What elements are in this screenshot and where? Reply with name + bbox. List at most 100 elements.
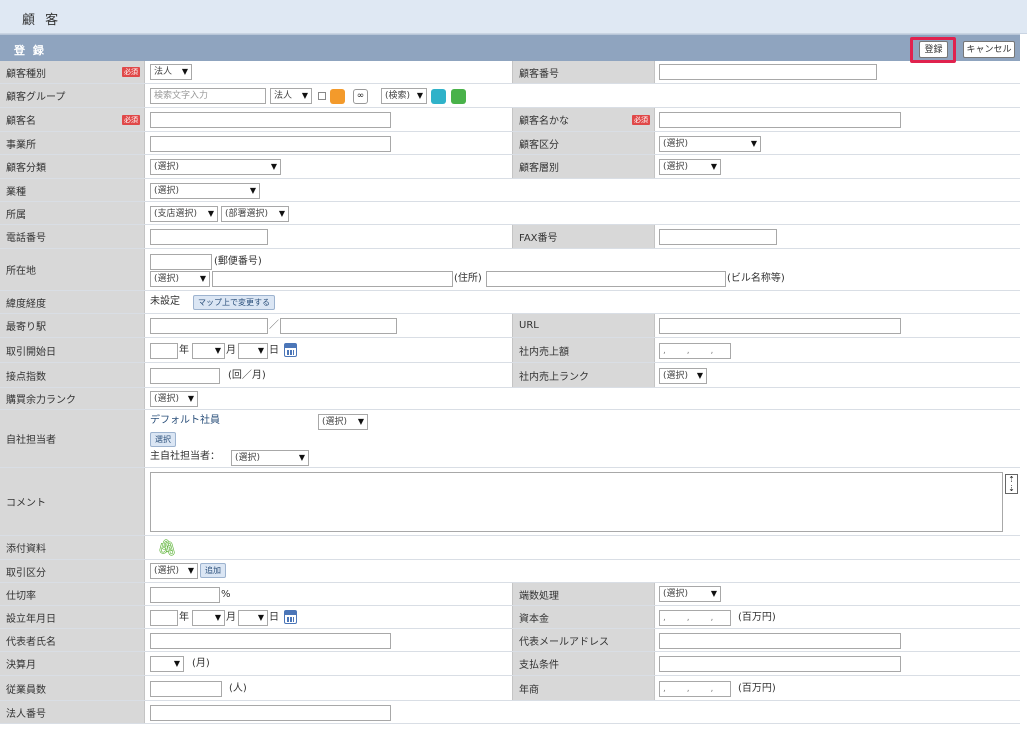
rounding-select[interactable]: (選択) ▼: [659, 586, 721, 602]
cut-rate-label: 仕切率: [6, 590, 36, 602]
phone-label: 電話番号: [6, 233, 46, 244]
group-mode-select[interactable]: (検索) ▼: [381, 88, 427, 104]
chevron-down-icon: ▼: [181, 67, 188, 76]
industry-select[interactable]: (選択) ▼: [150, 183, 260, 199]
required-badge: 必須: [122, 114, 140, 125]
chevron-down-icon: ▼: [187, 394, 194, 403]
row-corporate-number: 法人番号: [0, 701, 1020, 724]
office-input[interactable]: [150, 136, 391, 152]
row-contact-index: 接点指数 (回／月) 社内売上ランク (選択) ▼: [0, 363, 1020, 388]
start-day-select[interactable]: ▼: [238, 343, 268, 359]
corporate-number-input[interactable]: [150, 705, 391, 721]
start-year-input[interactable]: [150, 343, 178, 359]
customer-name-kana-input[interactable]: [659, 112, 901, 128]
internal-sales-label: 社内売上額: [519, 346, 569, 358]
chevron-down-icon: ▼: [214, 613, 221, 622]
start-month-select[interactable]: ▼: [192, 343, 225, 359]
fax-label: FAX番号: [519, 233, 558, 244]
postal-code-input[interactable]: [150, 254, 212, 270]
internal-sales-rank-select[interactable]: (選択) ▼: [659, 368, 707, 384]
capital-unit: (百万円): [738, 612, 776, 623]
paperclip-icon[interactable]: 🖇: [157, 538, 177, 557]
est-day-select[interactable]: ▼: [238, 610, 268, 626]
annual-sales-input[interactable]: , , ,: [659, 681, 731, 697]
representative-input[interactable]: [150, 633, 391, 649]
row-customer-type: 顧客種別 必須 法人 ▼ 顧客番号: [0, 61, 1020, 84]
trade-category-select[interactable]: (選択) ▼: [150, 563, 198, 579]
customer-category-select[interactable]: (選択) ▼: [659, 136, 761, 152]
edit-icon[interactable]: [451, 89, 466, 104]
group-checkbox[interactable]: [318, 92, 326, 100]
purchase-rank-select[interactable]: (選択) ▼: [150, 391, 198, 407]
trade-add-button[interactable]: 追加: [200, 563, 226, 578]
contact-index-input[interactable]: [150, 368, 220, 384]
annual-sales-label: 年商: [519, 684, 539, 696]
chevron-down-icon: ▼: [278, 209, 285, 218]
row-phone: 電話番号 FAX番号: [0, 225, 1020, 249]
office-label: 事業所: [6, 139, 36, 151]
prefecture-select[interactable]: (選択) ▼: [150, 271, 210, 287]
established-label: 設立年月日: [6, 613, 56, 625]
department-select[interactable]: (部署選択) ▼: [221, 206, 289, 222]
representative-label: 代表者氏名: [6, 636, 56, 648]
customer-type-select[interactable]: 法人 ▼: [150, 64, 192, 80]
station-line-input[interactable]: [150, 318, 268, 334]
url-input[interactable]: [659, 318, 901, 334]
row-fiscal-month: 決算月 ▼ (月) 支払条件: [0, 652, 1020, 676]
station-name-input[interactable]: [280, 318, 397, 334]
map-change-button[interactable]: マップ上で変更する: [193, 295, 275, 310]
group-search-input[interactable]: 検索文字入力: [150, 88, 266, 104]
register-button[interactable]: 登録: [919, 41, 948, 58]
rep-email-input[interactable]: [659, 633, 901, 649]
payment-terms-input[interactable]: [659, 656, 901, 672]
customer-number-input[interactable]: [659, 64, 877, 80]
page-title: 顧 客: [22, 13, 62, 28]
chevron-down-icon: ▼: [214, 346, 221, 355]
staff-select-button[interactable]: 選択: [150, 432, 176, 447]
expand-toggle-icon[interactable]: ⇡ ⇣: [1005, 474, 1018, 494]
search-icon[interactable]: [431, 89, 446, 104]
est-year-input[interactable]: [150, 610, 178, 626]
branch-select[interactable]: (支店選択) ▼: [150, 206, 218, 222]
payment-terms-label: 支払条件: [519, 660, 559, 671]
row-office: 事業所 顧客区分 (選択) ▼: [0, 132, 1020, 155]
row-representative: 代表者氏名 代表メールアドレス: [0, 629, 1020, 652]
est-month-select[interactable]: ▼: [192, 610, 225, 626]
binoculars-icon[interactable]: ∞: [353, 89, 368, 104]
title-bar: 顧 客: [0, 0, 1027, 34]
building-input[interactable]: [486, 271, 726, 287]
chevron-down-icon: ▼: [357, 417, 364, 426]
capital-input[interactable]: , , ,: [659, 610, 731, 626]
employees-input[interactable]: [150, 681, 222, 697]
calendar-icon[interactable]: [284, 343, 297, 357]
day-label: 日: [269, 345, 279, 356]
customer-tier-select[interactable]: (選択) ▼: [659, 159, 721, 175]
cancel-button[interactable]: キャンセル: [963, 41, 1015, 58]
station-label: 最寄り駅: [6, 322, 46, 333]
fax-input[interactable]: [659, 229, 777, 245]
section-title: 登 録: [14, 44, 46, 57]
group-type-select[interactable]: 法人 ▼: [270, 88, 312, 104]
internal-sales-input[interactable]: , , ,: [659, 343, 731, 359]
main-staff-select[interactable]: (選択) ▼: [231, 450, 309, 466]
row-purchase-rank: 購買余力ランク (選択) ▼: [0, 388, 1020, 410]
fiscal-month-select[interactable]: ▼: [150, 656, 184, 672]
day-label: 日: [269, 612, 279, 623]
person-icon[interactable]: [330, 89, 345, 104]
row-customer-group: 顧客グループ 検索文字入力 法人 ▼ ∞ (検索) ▼: [0, 84, 1020, 108]
row-start-date: 取引開始日 年 ▼ 月 ▼ 日 社内売上額 , , ,: [0, 338, 1020, 363]
month-label: 月: [226, 345, 236, 356]
staff-select[interactable]: (選択) ▼: [318, 414, 368, 430]
row-affiliation: 所属 (支店選択) ▼ (部署選択) ▼: [0, 202, 1020, 225]
row-industry: 業種 (選択) ▼: [0, 179, 1020, 202]
row-customer-class: 顧客分類 (選択) ▼ 顧客層別 (選択) ▼: [0, 155, 1020, 179]
customer-name-input[interactable]: [150, 112, 391, 128]
comment-textarea[interactable]: [150, 472, 1003, 532]
row-cut-rate: 仕切率 % 端数処理 (選択) ▼: [0, 583, 1020, 606]
phone-input[interactable]: [150, 229, 268, 245]
customer-class-select[interactable]: (選択) ▼: [150, 159, 281, 175]
address-input[interactable]: [212, 271, 453, 287]
cut-rate-input[interactable]: [150, 587, 220, 603]
calendar-icon[interactable]: [284, 610, 297, 624]
row-established: 設立年月日 年 ▼ 月 ▼ 日 資本金 , , , (百万円): [0, 606, 1020, 629]
